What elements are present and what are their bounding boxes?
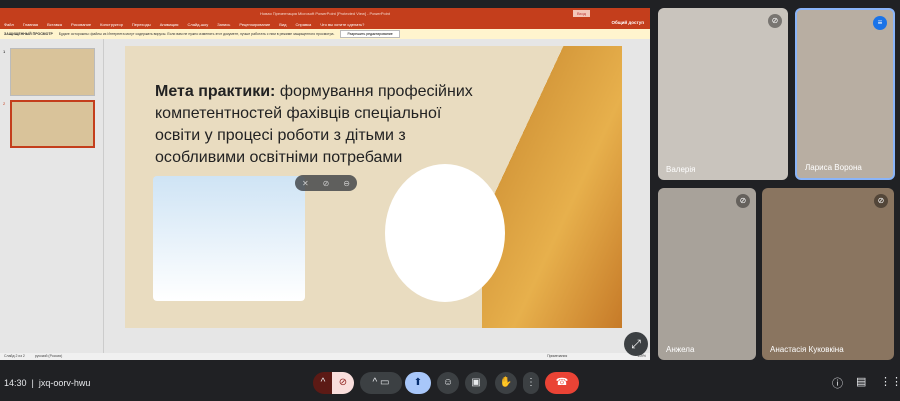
captions-button[interactable]: ▣ [465, 372, 487, 394]
login-button[interactable]: Вход [572, 10, 590, 17]
leave-call-button[interactable]: ☎ [545, 372, 579, 394]
clock: 14:30 [4, 378, 27, 388]
participant-tile[interactable]: ⊘ Анастасія Куковкіна [762, 188, 894, 360]
share-button[interactable]: Общий доступ [612, 20, 644, 25]
tab-home[interactable]: Главная [23, 22, 38, 27]
speaking-icon: ≡ [873, 16, 887, 30]
participant-name: Лариса Ворона [805, 163, 862, 172]
tab-slideshow[interactable]: Слайд-шоу [187, 22, 208, 27]
participant-tile[interactable]: ≡ Лариса Ворона [795, 8, 895, 180]
chat-icon[interactable]: ▤ [856, 375, 866, 388]
meeting-code: jxq-oorv-hwu [38, 378, 91, 388]
mic-off-icon: ⊘ [768, 14, 782, 28]
meeting-info: 14:30 | jxq-oorv-hwu [4, 378, 91, 388]
language: русский (Россия) [34, 354, 63, 358]
slide-counter: Слайд 2 из 2 [4, 354, 25, 358]
more-options-button[interactable]: ⋮ [523, 372, 539, 394]
protected-label: ЗАЩИЩЕННЫЙ ПРОСМОТР [4, 32, 53, 36]
children-reading-image [153, 176, 305, 301]
slide-thumbnail-1[interactable] [10, 48, 95, 96]
title-bold: Мета практики: [155, 83, 276, 100]
protected-view-bar: ЗАЩИЩЕННЫЙ ПРОСМОТР Будьте осторожны: фа… [0, 29, 650, 39]
tab-file[interactable]: Файл [4, 22, 14, 27]
present-button[interactable]: ⬆ [405, 372, 431, 394]
window-title: Новая Презентация Microsoft PowerPoint [… [260, 11, 390, 16]
emoji-button[interactable]: ☺ [437, 372, 459, 394]
slide-thumbnail-2[interactable] [10, 100, 95, 148]
tab-view[interactable]: Вид [279, 22, 286, 27]
decorative-stripe [482, 46, 622, 328]
slide-title: Мета практики: формування професійних ко… [155, 81, 485, 169]
info-icon[interactable]: ⓘ [832, 375, 843, 391]
participant-name: Валерія [666, 165, 696, 174]
audio-options-button[interactable]: ^ [313, 372, 333, 394]
presenter-controls-overlay: ✕ ⊘ ⊖ [295, 175, 357, 191]
pin-off-icon[interactable]: ✕ [302, 179, 309, 188]
tab-record[interactable]: Запись [217, 22, 230, 27]
mic-off-button[interactable]: ⊘ [332, 372, 354, 394]
status-bar: Слайд 2 из 2 русский (Россия) Примечания… [0, 353, 650, 360]
enable-editing-button[interactable]: Разрешить редактирование [340, 30, 400, 38]
tell-me-search[interactable]: Что вы хотите сделать? [320, 22, 364, 27]
raise-hand-button[interactable]: ✋ [495, 372, 517, 394]
ribbon-tabs: Файл Главная Вставка Рисование Конструкт… [0, 19, 650, 29]
slide-thumbnails: 1 2 [0, 39, 104, 353]
thumb-number: 2 [3, 101, 6, 106]
slide-canvas: Мета практики: формування професійних ко… [125, 46, 622, 328]
participant-name: Анжела [666, 345, 695, 354]
participant-tile[interactable]: ⊘ Анжела [658, 188, 756, 360]
mic-off-icon: ⊘ [874, 194, 888, 208]
tab-review[interactable]: Рецензирование [239, 22, 270, 27]
mic-off-icon: ⊘ [736, 194, 750, 208]
more-icon[interactable]: ⊖ [343, 179, 350, 188]
ppt-title-bar: Новая Презентация Microsoft PowerPoint [… [0, 8, 650, 19]
tab-draw[interactable]: Рисование [71, 22, 91, 27]
meet-control-bar: 14:30 | jxq-oorv-hwu ^ ⊘ ^ ▭ ⬆ ☺ ▣ ✋ ⋮ ☎… [0, 365, 900, 401]
participant-name: Анастасія Куковкіна [770, 345, 844, 354]
notes-button[interactable]: Примечания [547, 354, 567, 359]
mother-child-image [385, 164, 505, 302]
camera-button[interactable]: ^ ▭ [360, 372, 402, 394]
expand-icon[interactable]: ⤢ [624, 332, 648, 356]
tab-transitions[interactable]: Переходы [132, 22, 151, 27]
protected-message: Будьте осторожны: файлы из Интернета мог… [58, 32, 335, 36]
mic-off-icon[interactable]: ⊘ [323, 179, 330, 188]
tab-animations[interactable]: Анимация [160, 22, 179, 27]
tab-help[interactable]: Справка [295, 22, 311, 27]
participant-tile[interactable]: ⊘ Валерія [658, 8, 788, 180]
tab-design[interactable]: Конструктор [100, 22, 123, 27]
tab-insert[interactable]: Вставка [47, 22, 62, 27]
thumb-number: 1 [3, 49, 6, 54]
activities-icon[interactable]: ⋮⋮ [880, 375, 900, 388]
